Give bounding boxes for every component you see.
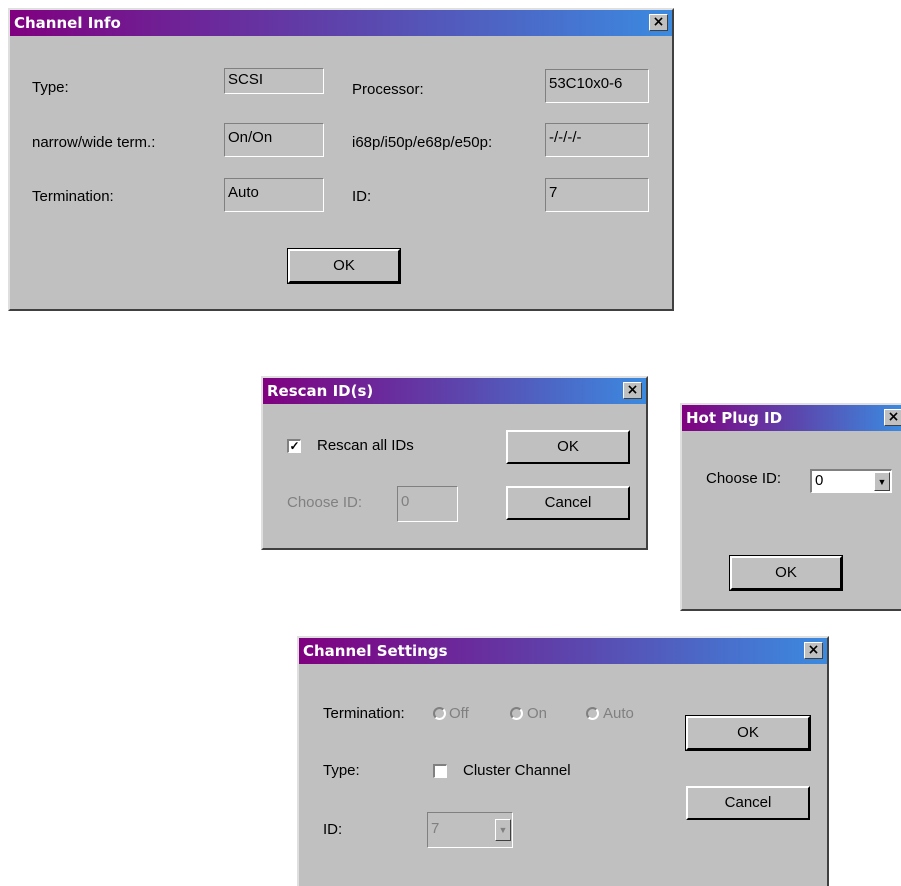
ok-button[interactable]: OK (506, 430, 630, 464)
choose-id-select[interactable]: 0 ▼ (810, 469, 892, 493)
narrow-wide-term-field: On/On (224, 123, 324, 157)
termination-field: Auto (224, 178, 324, 212)
cancel-button[interactable]: Cancel (506, 486, 630, 520)
processor-label: Processor: (352, 81, 424, 98)
close-icon[interactable]: × (884, 409, 901, 426)
type-label: Type: (323, 762, 360, 779)
channel-info-titlebar[interactable]: Channel Info (10, 10, 672, 36)
close-icon[interactable]: × (623, 382, 642, 399)
id-field: 7 (545, 178, 649, 212)
narrow-wide-term-label: narrow/wide term.: (32, 134, 156, 151)
hotplug-title: Hot Plug ID (686, 409, 783, 427)
ok-button[interactable]: OK (685, 715, 811, 751)
termination-auto-label: Auto (603, 705, 634, 722)
cluster-channel-checkbox[interactable] (433, 764, 447, 778)
ok-button[interactable]: OK (729, 555, 843, 591)
termination-on-label: On (527, 705, 548, 722)
id-label: ID: (323, 821, 343, 838)
chevron-down-icon: ▼ (495, 819, 511, 841)
channel-settings-title: Channel Settings (303, 642, 448, 660)
choose-id-field: 0 (397, 486, 458, 522)
rescan-title: Rescan ID(s) (267, 382, 374, 400)
termination-off-label: Off (449, 705, 469, 722)
processor-field: 53C10x0-6 (545, 69, 649, 103)
termination-label: Termination: (323, 705, 405, 722)
close-icon[interactable]: × (649, 14, 668, 31)
type-field: SCSI (224, 68, 324, 94)
id-select: 7 ▼ (427, 812, 513, 848)
ports-field: -/-/-/- (545, 123, 649, 157)
cluster-channel-label[interactable]: Cluster Channel (463, 762, 571, 779)
choose-id-label: Choose ID: (287, 494, 363, 511)
channel-info-dialog: Channel Info × Type: SCSI Processor: 53C… (8, 8, 674, 311)
termination-off-radio[interactable] (433, 707, 446, 720)
ports-label: i68p/i50p/e68p/e50p: (352, 134, 493, 151)
termination-on-radio[interactable] (510, 707, 523, 720)
id-value: 7 (431, 820, 440, 837)
channel-settings-dialog: Channel Settings × Termination: Off On A… (297, 636, 829, 886)
channel-info-title: Channel Info (14, 14, 121, 32)
rescan-titlebar[interactable]: Rescan ID(s) (263, 378, 646, 404)
chevron-down-icon[interactable]: ▼ (874, 472, 890, 491)
termination-label: Termination: (32, 188, 114, 205)
choose-id-value: 0 (815, 472, 824, 489)
termination-auto-radio[interactable] (586, 707, 599, 720)
rescan-all-label[interactable]: Rescan all IDs (317, 437, 414, 454)
rescan-dialog: Rescan ID(s) × ✓ Rescan all IDs Choose I… (261, 376, 648, 550)
hotplug-titlebar[interactable]: Hot Plug ID (682, 405, 901, 431)
type-label: Type: (32, 79, 69, 96)
hotplug-dialog: Hot Plug ID × Choose ID: 0 ▼ OK (680, 403, 901, 611)
cancel-button[interactable]: Cancel (686, 786, 810, 820)
close-icon[interactable]: × (804, 642, 823, 659)
channel-settings-titlebar[interactable]: Channel Settings (299, 638, 827, 664)
ok-button[interactable]: OK (287, 248, 401, 284)
id-label: ID: (352, 188, 372, 205)
rescan-all-checkbox[interactable]: ✓ (287, 439, 301, 453)
choose-id-label: Choose ID: (706, 470, 782, 487)
